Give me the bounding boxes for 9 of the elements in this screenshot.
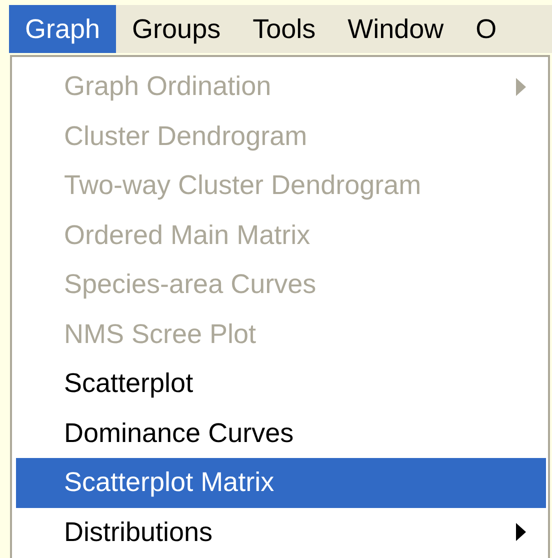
menu-bar-item[interactable]: O [460, 5, 513, 53]
menu-item[interactable]: Distributions [16, 508, 546, 557]
menu-item[interactable]: Scatterplot [16, 359, 546, 408]
menu-bar-item[interactable]: Groups [116, 5, 237, 53]
menu-bar-item[interactable]: Tools [236, 5, 332, 53]
menu-bar-item[interactable]: Window [332, 5, 460, 53]
menu-item[interactable]: Dominance Curves [16, 408, 546, 458]
menu-bar-item[interactable]: Graph [9, 5, 116, 53]
menu-item[interactable]: Scatterplot Matrix [16, 458, 546, 508]
